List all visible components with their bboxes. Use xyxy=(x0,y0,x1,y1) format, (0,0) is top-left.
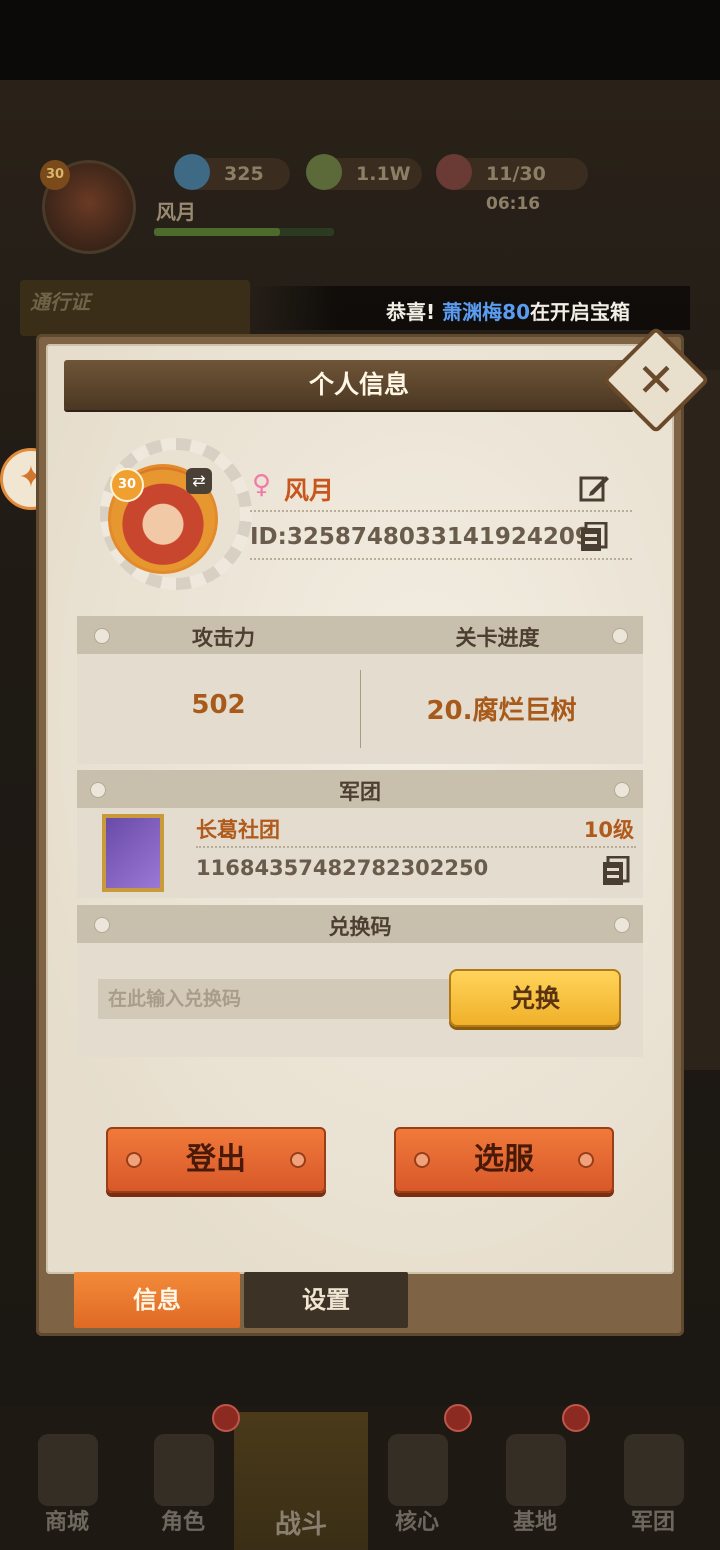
guild-level: 10级 xyxy=(583,818,634,842)
power-label: 攻击力 xyxy=(192,626,255,650)
redeem-code-input[interactable] xyxy=(98,979,458,1019)
stage-value: 20.腐烂巨树 xyxy=(426,696,577,726)
female-icon: ♀ xyxy=(252,470,272,500)
redeem-header-label: 兑换码 xyxy=(328,915,392,939)
stamina-timer: 06:16 xyxy=(486,194,541,214)
coin-counter[interactable]: 1.1W xyxy=(306,154,422,190)
announcement-text: 恭喜! 萧渊梅80在开启宝箱 xyxy=(386,296,630,325)
status-bar-area xyxy=(0,0,720,80)
stamina-counter[interactable]: 11/30 xyxy=(436,154,588,190)
copy-guild-id-icon[interactable] xyxy=(602,856,630,886)
tab-info[interactable]: 信息 xyxy=(74,1272,240,1328)
guild-id: 11684357482782302250 xyxy=(196,856,489,880)
hud-exp-bar xyxy=(154,228,334,236)
shop-icon xyxy=(38,1434,98,1506)
button-rivet-icon xyxy=(290,1152,306,1168)
tab-settings[interactable]: 设置 xyxy=(244,1272,408,1328)
button-rivet-icon xyxy=(578,1152,594,1168)
divider xyxy=(196,846,636,848)
close-icon[interactable]: ✕ xyxy=(618,342,694,418)
redeem-button[interactable]: 兑换 xyxy=(449,969,621,1027)
core-icon xyxy=(388,1434,448,1506)
meat-icon xyxy=(436,154,472,190)
edit-icon[interactable] xyxy=(578,472,610,504)
nav-shop-label: 商城 xyxy=(44,1510,89,1535)
coin-value: 1.1W xyxy=(356,163,411,185)
notification-badge xyxy=(562,1404,590,1432)
level-badge: 30 xyxy=(110,468,144,502)
power-value: 502 xyxy=(191,690,246,720)
coin-icon xyxy=(306,154,342,190)
modal-title: 个人信息 xyxy=(308,370,409,399)
character-icon xyxy=(154,1434,214,1506)
legion-icon xyxy=(624,1434,684,1506)
battle-pass-button[interactable]: 通行证 xyxy=(20,280,250,336)
battle-pass-label: 通行证 xyxy=(30,290,90,314)
top-hud: 30 风月 325 1.1W 11/30 06:16 xyxy=(0,140,720,270)
swap-avatar-icon[interactable]: ⇄ xyxy=(186,468,212,494)
right-side-panel xyxy=(680,370,720,1070)
ticker-highlight: 萧渊梅80 xyxy=(442,300,530,324)
stage-label: 关卡进度 xyxy=(455,626,540,650)
ticker-prefix: 恭喜! xyxy=(386,300,436,324)
gem-value: 325 xyxy=(224,163,264,185)
notification-badge xyxy=(212,1404,240,1432)
ticker-suffix: 在开启宝箱 xyxy=(530,300,630,324)
gem-counter[interactable]: 325 xyxy=(174,154,290,190)
hud-player-name: 风月 xyxy=(156,200,196,224)
guild-header-label: 军团 xyxy=(339,780,381,804)
nav-battle-label: 战斗 xyxy=(274,1510,327,1540)
stamina-value: 11/30 xyxy=(486,163,546,185)
notification-badge xyxy=(444,1404,472,1432)
base-icon xyxy=(506,1434,566,1506)
gem-icon xyxy=(174,154,210,190)
button-rivet-icon xyxy=(126,1152,142,1168)
divider xyxy=(250,558,632,560)
nav-base-label: 基地 xyxy=(512,1510,557,1535)
divider xyxy=(250,510,632,512)
player-name: 风月 xyxy=(284,476,335,505)
nav-legion-label: 军团 xyxy=(630,1510,675,1535)
guild-emblem-icon xyxy=(102,814,164,892)
nav-core-label: 核心 xyxy=(394,1510,439,1535)
button-rivet-icon xyxy=(414,1152,430,1168)
guild-name: 长葛社团 xyxy=(196,818,280,842)
nav-legion[interactable]: 军团 xyxy=(594,1406,712,1550)
copy-id-icon[interactable] xyxy=(580,522,608,552)
player-id: ID:3258748033141924209 xyxy=(250,524,591,550)
nav-shop[interactable]: 商城 xyxy=(8,1406,126,1550)
nav-character-label: 角色 xyxy=(160,1510,205,1535)
hud-level-badge: 30 xyxy=(40,160,70,190)
nav-battle[interactable]: 战斗 xyxy=(234,1412,368,1550)
